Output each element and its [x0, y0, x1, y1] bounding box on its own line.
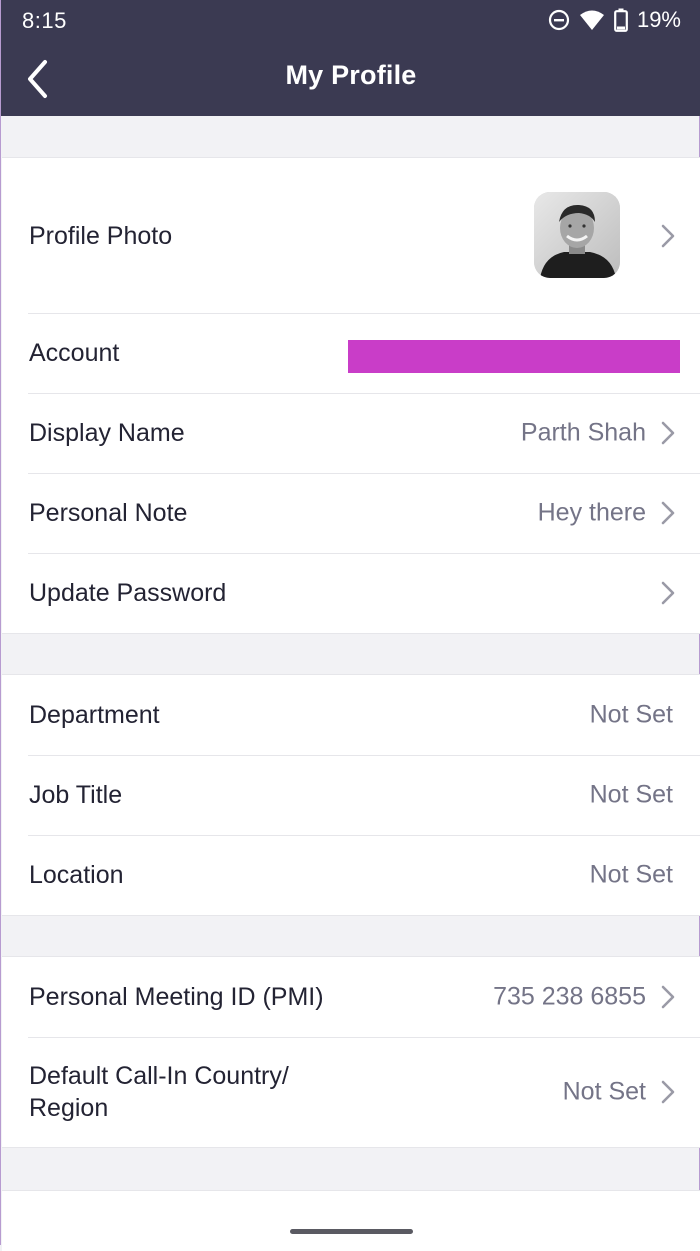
call-in-country-value: Not Set: [562, 1077, 646, 1106]
avatar-photo: [534, 192, 620, 278]
next-section: [2, 1190, 700, 1251]
profile-section: Profile Photo Account Display Name Parth…: [2, 157, 700, 634]
call-in-label-line1: Default Call-In Country/: [29, 1062, 289, 1090]
battery-percent: 19%: [636, 7, 681, 32]
chevron-right-icon: [661, 581, 675, 605]
meeting-section: Personal Meeting ID (PMI) 735 238 6855 D…: [2, 956, 700, 1148]
personal-note-value: Hey there: [537, 498, 646, 527]
job-title-value: Not Set: [589, 780, 673, 809]
location-label: Location: [29, 861, 124, 889]
chevron-right-icon: [661, 985, 675, 1009]
department-row[interactable]: Department Not Set: [2, 675, 700, 755]
chevron-right-icon: [661, 421, 675, 445]
top-bar: 8:15 19% My Profile: [1, 0, 700, 116]
personal-note-label: Personal Note: [29, 499, 188, 527]
display-name-value: Parth Shah: [520, 418, 646, 447]
battery-icon: [614, 8, 628, 32]
chevron-right-icon: [661, 1080, 675, 1104]
account-label: Account: [29, 339, 120, 367]
app-frame: 8:15 19% My Profile Profile Photo Accoun…: [0, 0, 700, 1251]
call-in-country-label: Default Call-In Country/ Region: [29, 1060, 289, 1124]
pmi-label: Personal Meeting ID (PMI): [29, 983, 324, 1011]
update-password-row[interactable]: Update Password: [2, 553, 700, 633]
profile-photo-label: Profile Photo: [29, 221, 173, 250]
page-title: My Profile: [285, 60, 417, 90]
department-value: Not Set: [589, 700, 673, 729]
call-in-label-line2: Region: [29, 1094, 109, 1122]
status-time: 8:15: [22, 8, 67, 33]
home-indicator[interactable]: [290, 1229, 413, 1234]
status-icons: 19%: [548, 7, 681, 33]
location-value: Not Set: [589, 860, 673, 889]
do-not-disturb-icon: [548, 9, 570, 31]
pmi-value: 735 238 6855: [493, 982, 646, 1011]
wifi-icon: [579, 9, 605, 31]
location-row[interactable]: Location Not Set: [2, 835, 700, 915]
display-name-row[interactable]: Display Name Parth Shah: [2, 393, 700, 473]
department-label: Department: [29, 701, 160, 729]
work-info-section: Department Not Set Job Title Not Set Loc…: [2, 674, 700, 916]
pmi-row[interactable]: Personal Meeting ID (PMI) 735 238 6855: [2, 957, 700, 1037]
call-in-country-row[interactable]: Default Call-In Country/ Region Not Set: [2, 1037, 700, 1147]
job-title-row[interactable]: Job Title Not Set: [2, 755, 700, 835]
display-name-label: Display Name: [29, 419, 185, 447]
personal-note-row[interactable]: Personal Note Hey there: [2, 473, 700, 553]
chevron-right-icon: [661, 501, 675, 525]
job-title-label: Job Title: [29, 781, 123, 809]
profile-photo-row[interactable]: Profile Photo: [2, 158, 700, 313]
update-password-label: Update Password: [29, 579, 227, 607]
chevron-right-icon: [661, 224, 675, 247]
avatar[interactable]: [534, 192, 620, 278]
account-redaction: [348, 340, 680, 373]
